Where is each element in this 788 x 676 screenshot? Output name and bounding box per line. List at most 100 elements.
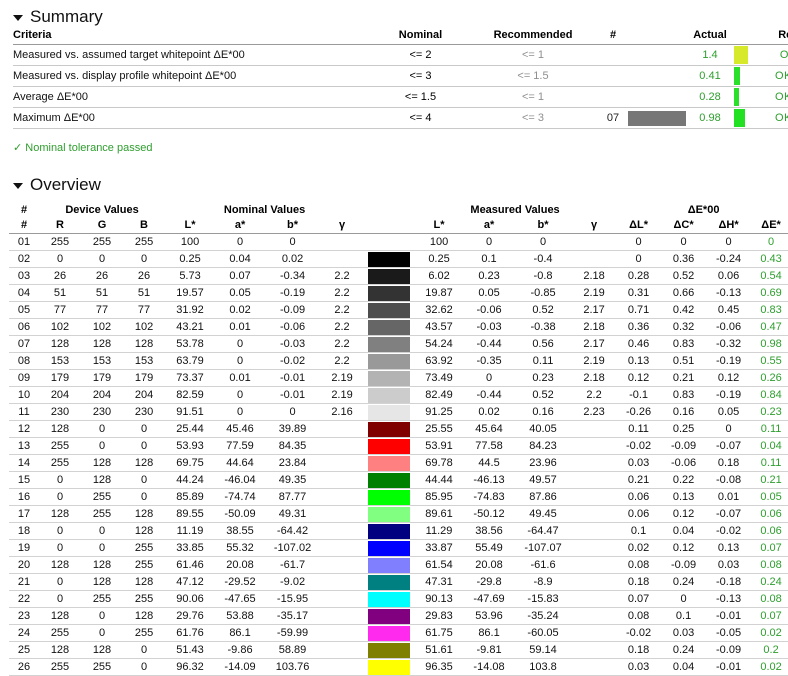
- overview-cell-mL: 19.87: [414, 284, 465, 302]
- overview-cell-dC: 0.04: [661, 522, 707, 540]
- overview-color-swatch-cell: [364, 233, 415, 251]
- overview-cell-mg: 2.17: [572, 301, 617, 319]
- overview-cell-dL: 0.06: [616, 488, 662, 506]
- overview-cell-B: 128: [123, 573, 166, 591]
- overview-cell-B: 0: [123, 471, 166, 489]
- overview-cell-dL: 0.21: [616, 471, 662, 489]
- summary-nominal: <= 4: [373, 107, 468, 129]
- overview-cell-R: 204: [39, 386, 81, 404]
- overview-cell-dL: -0.02: [616, 437, 662, 455]
- overview-cell-ng: 2.19: [320, 386, 365, 404]
- overview-cell-B: 255: [123, 233, 166, 251]
- overview-color-swatch: [368, 659, 411, 675]
- summary-table: Criteria Nominal Recommended # Actual Re…: [13, 27, 788, 129]
- overview-cell-R: 0: [39, 522, 81, 540]
- collapse-triangle-icon[interactable]: [13, 15, 23, 21]
- overview-cell-B: 26: [123, 267, 166, 285]
- overview-color-swatch-cell: [364, 471, 415, 489]
- overview-cell-R: 0: [39, 573, 81, 591]
- overview-row: 04 51 51 51 19.57 0.05 -0.19 2.2 19.87 0.05 -0.85 2…: [9, 284, 788, 302]
- overview-cell-na: 45.46: [215, 420, 266, 438]
- overview-cell-nb: 0.02: [265, 250, 321, 268]
- overview-color-swatch: [368, 370, 411, 386]
- overview-color-swatch-cell: [364, 658, 415, 676]
- overview-cell-dH: -0.07: [706, 505, 752, 523]
- overview-color-swatch-cell: [364, 318, 415, 336]
- overview-cell-dE: 0.02: [751, 624, 788, 642]
- overview-cell-dE: 0.11: [751, 454, 788, 472]
- overview-cell-nL: 73.37: [165, 369, 216, 387]
- overview-cell-na: -46.04: [215, 471, 266, 489]
- overview-cell-G: 0: [81, 522, 123, 540]
- overview-cell-dH: 0.13: [706, 539, 752, 557]
- overview-cell-mg: 2.18: [572, 267, 617, 285]
- overview-cell-mg: [572, 573, 617, 591]
- overview-cell-dC: 0.22: [661, 471, 707, 489]
- col-measured-bstar: b*: [514, 218, 573, 234]
- summary-number: [598, 86, 628, 108]
- overview-cell-dH: -0.05: [706, 624, 752, 642]
- overview-cell-dL: 0.11: [616, 420, 662, 438]
- summary-delta-bar-wrap: [734, 87, 751, 107]
- overview-cell-mg: [572, 420, 617, 438]
- overview-cell-mg: [572, 454, 617, 472]
- overview-cell-dL: 0: [616, 250, 662, 268]
- overview-cell-dL: 0.31: [616, 284, 662, 302]
- overview-cell-ma: 0.02: [464, 403, 515, 421]
- overview-cell-nL: 82.59: [165, 386, 216, 404]
- overview-cell-B: 0: [123, 437, 166, 455]
- overview-cell-dE: 0.08: [751, 556, 788, 574]
- overview-cell-i: 14: [9, 454, 39, 472]
- overview-cell-mg: [572, 641, 617, 659]
- summary-actual: 0.98: [686, 107, 734, 129]
- overview-cell-G: 0: [81, 420, 123, 438]
- overview-color-swatch-cell: [364, 607, 415, 625]
- overview-color-swatch: [368, 625, 411, 641]
- overview-cell-dE: 0.98: [751, 335, 788, 353]
- summary-section-heading[interactable]: Summary: [0, 7, 788, 27]
- col-b: B: [123, 218, 166, 234]
- overview-cell-ng: [320, 471, 365, 489]
- overview-cell-R: 128: [39, 420, 81, 438]
- overview-cell-G: 128: [81, 335, 123, 353]
- overview-cell-ma: 53.96: [464, 607, 515, 625]
- summary-nominal: <= 1.5: [373, 86, 468, 108]
- overview-cell-mg: [572, 250, 617, 268]
- overview-cell-ng: [320, 556, 365, 574]
- overview-color-swatch: [368, 489, 411, 505]
- overview-row: 02 0 0 0 0.25 0.04 0.02 0.25 0.1 -0.4 0 0.36 -0.24 0.…: [9, 250, 788, 268]
- overview-cell-nb: -61.7: [265, 556, 321, 574]
- overview-cell-ma: -0.35: [464, 352, 515, 370]
- overview-cell-mL: 100: [414, 233, 465, 251]
- overview-section-heading[interactable]: Overview: [0, 175, 788, 195]
- collapse-triangle-icon[interactable]: [13, 183, 23, 189]
- overview-cell-na: 44.64: [215, 454, 266, 472]
- overview-cell-B: 0: [123, 488, 166, 506]
- overview-row: 19 0 0 255 33.85 55.32 -107.02 33.87 55.49 -107.0…: [9, 539, 788, 557]
- summary-criteria: Measured vs. display profile whitepoint …: [13, 65, 373, 87]
- summary-result: OK ✓✓: [751, 107, 788, 129]
- overview-cell-mb: 40.05: [514, 420, 573, 438]
- overview-cell-ng: [320, 420, 365, 438]
- overview-cell-na: 55.32: [215, 539, 266, 557]
- overview-cell-nb: -0.34: [265, 267, 321, 285]
- overview-cell-mg: 2.19: [572, 284, 617, 302]
- overview-cell-ng: [320, 233, 365, 251]
- overview-cell-mL: 29.83: [414, 607, 465, 625]
- summary-heading-label: Summary: [30, 7, 103, 26]
- overview-cell-nb: 58.89: [265, 641, 321, 659]
- overview-cell-i: 06: [9, 318, 39, 336]
- overview-color-swatch-cell: [364, 369, 415, 387]
- overview-cell-mb: 0.23: [514, 369, 573, 387]
- overview-cell-G: 51: [81, 284, 123, 302]
- overview-cell-dE: 0.07: [751, 539, 788, 557]
- overview-cell-dC: 0.12: [661, 539, 707, 557]
- overview-cell-dC: 0.04: [661, 658, 707, 676]
- overview-cell-nb: -0.09: [265, 301, 321, 319]
- overview-color-swatch-cell: [364, 437, 415, 455]
- overview-color-swatch-cell: [364, 539, 415, 557]
- overview-cell-mL: 96.35: [414, 658, 465, 676]
- overview-cell-mL: 0.25: [414, 250, 465, 268]
- overview-cell-nL: 96.32: [165, 658, 216, 676]
- overview-cell-i: 18: [9, 522, 39, 540]
